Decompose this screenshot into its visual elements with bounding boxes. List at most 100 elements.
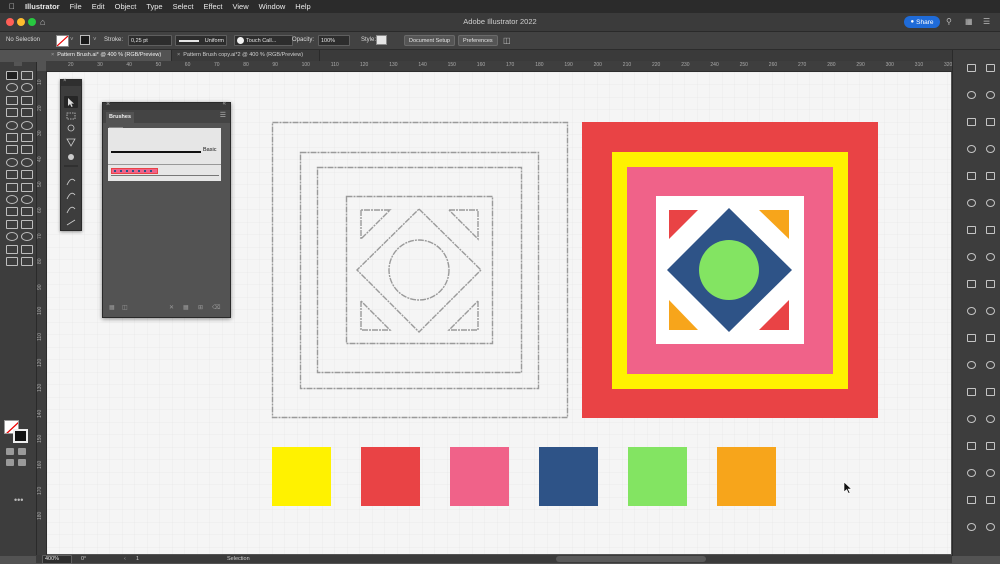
- color-guide-panel-icon[interactable]: [967, 145, 976, 153]
- pen-tool-icon[interactable]: [6, 95, 18, 105]
- menu-edit[interactable]: Edit: [92, 2, 105, 11]
- collapse-panel-icon[interactable]: «: [223, 101, 226, 107]
- swatch-red[interactable]: [361, 447, 420, 506]
- arrange-documents-icon[interactable]: ◫: [503, 35, 511, 46]
- links-panel-icon[interactable]: [967, 361, 976, 369]
- stroke-panel-icon[interactable]: [967, 199, 976, 207]
- brush-row-pattern[interactable]: [108, 164, 221, 180]
- gradient-tool-icon[interactable]: [6, 207, 18, 217]
- swatches-panel-icon[interactable]: [986, 145, 995, 153]
- info-panel-icon[interactable]: [967, 388, 976, 396]
- magic-wand-panel-panel-icon[interactable]: [986, 415, 995, 423]
- close-panel-icon[interactable]: ×: [106, 101, 110, 108]
- pencil-tool-icon[interactable]: [21, 133, 33, 142]
- rotate-tool-icon[interactable]: [6, 157, 18, 167]
- join-tool-icon[interactable]: [66, 219, 76, 226]
- history-panel-icon[interactable]: [967, 523, 976, 531]
- color-panel-icon[interactable]: [986, 118, 995, 126]
- zoom-tool-icon[interactable]: [6, 257, 18, 266]
- edit-toolbar-icon[interactable]: •••: [14, 495, 23, 505]
- separations-panel-icon[interactable]: [986, 469, 995, 477]
- actions-panel-icon[interactable]: [986, 388, 995, 396]
- fill-dropdown-chevron-icon[interactable]: ˅: [70, 35, 74, 46]
- hand-tool-icon[interactable]: [21, 244, 33, 254]
- character-panel-icon[interactable]: [967, 307, 976, 315]
- line-segment-tool-icon[interactable]: [21, 108, 33, 118]
- colored-artwork[interactable]: [582, 122, 878, 418]
- selection-tool-icon[interactable]: [6, 71, 18, 80]
- print-tiling-tool-icon[interactable]: [21, 257, 33, 266]
- fill-swatch[interactable]: [56, 35, 69, 47]
- eyedropper-tool-icon[interactable]: [21, 207, 33, 217]
- blend-tool-icon[interactable]: [68, 154, 74, 160]
- workspace-icon[interactable]: ☰: [983, 16, 990, 28]
- libraries-panel-icon[interactable]: [967, 91, 976, 99]
- artboard-tool-icon[interactable]: [21, 232, 33, 242]
- perspective-tool-icon[interactable]: [6, 195, 18, 204]
- brush-definition-field[interactable]: Touch Call...: [234, 35, 293, 46]
- draw-behind-icon[interactable]: [18, 448, 26, 455]
- shape-builder-tool-icon[interactable]: [21, 182, 33, 192]
- free-transform-tool-icon[interactable]: [6, 182, 18, 192]
- comments-panel-icon[interactable]: [986, 496, 995, 504]
- search-icon[interactable]: ⚲: [946, 16, 952, 28]
- share-button[interactable]: ● Share: [904, 16, 940, 28]
- column-graph-tool-icon[interactable]: [6, 232, 18, 242]
- layers-panel-icon[interactable]: [986, 64, 995, 72]
- green-circle[interactable]: [699, 240, 759, 300]
- stroke-swatch[interactable]: [80, 35, 90, 45]
- pathfinder-panel-icon[interactable]: [967, 280, 976, 288]
- eraser-tool-icon[interactable]: [6, 145, 18, 155]
- menu-window[interactable]: Window: [259, 2, 286, 11]
- attributes-panel-icon[interactable]: [986, 442, 995, 450]
- graphic-style-swatch[interactable]: [376, 35, 387, 45]
- artboard-tool-icon[interactable]: [66, 112, 76, 120]
- paintbrush-tool-icon[interactable]: [21, 120, 33, 130]
- preferences-button[interactable]: Preferences: [458, 35, 498, 46]
- swatch-yellow[interactable]: [272, 447, 331, 506]
- opentype-panel-icon[interactable]: [967, 334, 976, 342]
- stroke-color-box[interactable]: [13, 429, 28, 443]
- swatch-orange[interactable]: [717, 447, 776, 506]
- menu-effect[interactable]: Effect: [203, 2, 222, 11]
- menu-file[interactable]: File: [70, 2, 82, 11]
- variables-panel-icon[interactable]: [967, 415, 976, 423]
- rotation-value[interactable]: 0°: [81, 555, 86, 563]
- appearance-panel-icon[interactable]: [986, 226, 995, 234]
- toolbar-grip[interactable]: [14, 62, 22, 66]
- new-brush-icon[interactable]: ⊞: [198, 304, 203, 311]
- document-info-panel-icon[interactable]: [967, 442, 976, 450]
- mesh-tool-icon[interactable]: [21, 195, 33, 204]
- scale-tool-icon[interactable]: [21, 157, 33, 167]
- transparency-panel-icon[interactable]: [967, 226, 976, 234]
- brushes-panel-icon[interactable]: [967, 172, 976, 180]
- document-setup-button[interactable]: Document Setup: [404, 35, 455, 46]
- swatch-green[interactable]: [628, 447, 687, 506]
- width-tool-icon[interactable]: [6, 170, 18, 180]
- live-paint-icon[interactable]: [66, 138, 76, 147]
- apple-icon[interactable]: : [9, 2, 15, 11]
- horizontal-scrollbar[interactable]: [556, 556, 706, 562]
- path-eraser-icon[interactable]: [66, 206, 76, 214]
- graphic-styles-panel-icon[interactable]: [967, 253, 976, 261]
- curvature-tool-icon[interactable]: [21, 95, 33, 105]
- shaper-tool-icon[interactable]: [6, 133, 18, 142]
- tabs-panel-icon[interactable]: [986, 334, 995, 342]
- variable-width-profile[interactable]: Uniform: [175, 35, 227, 46]
- menu-type[interactable]: Type: [146, 2, 162, 11]
- menu-object[interactable]: Object: [115, 2, 137, 11]
- glyphs-panel-icon[interactable]: [986, 523, 995, 531]
- swatch-blue[interactable]: [539, 447, 598, 506]
- artboard-number[interactable]: 1: [136, 555, 139, 563]
- blend-tool-icon[interactable]: [6, 219, 18, 229]
- previous-artboard-icon[interactable]: ‹: [124, 555, 126, 563]
- draw-inside-icon[interactable]: [6, 459, 14, 466]
- paragraph-panel-icon[interactable]: [986, 307, 995, 315]
- menu-select[interactable]: Select: [173, 2, 194, 11]
- type-tool-icon[interactable]: [6, 108, 18, 118]
- options-icon[interactable]: ▦: [183, 304, 189, 311]
- menu-app-name[interactable]: Illustrator: [25, 2, 60, 11]
- brushes-panel-header[interactable]: × «: [103, 101, 230, 110]
- opacity-field[interactable]: 100%: [318, 35, 350, 46]
- align-panel-icon[interactable]: [986, 253, 995, 261]
